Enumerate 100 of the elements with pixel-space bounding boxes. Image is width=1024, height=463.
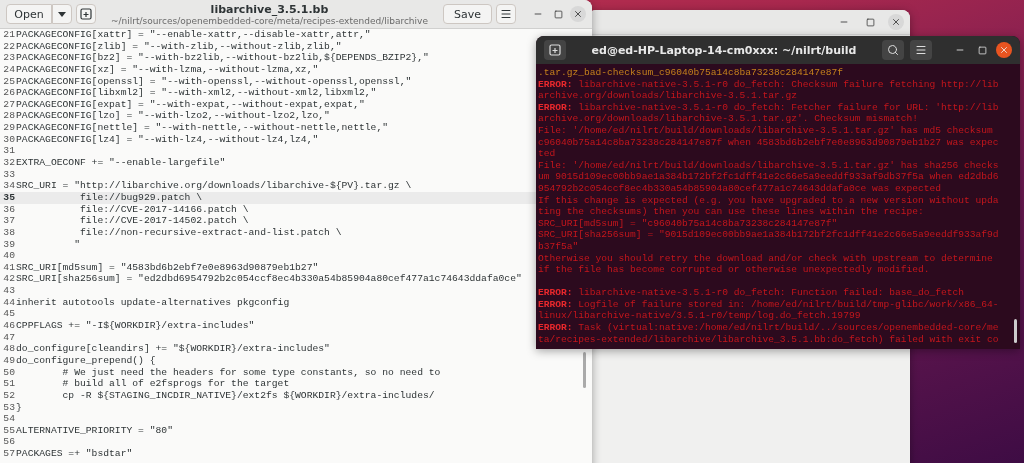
code-line: file://CVE-2017-14166.patch \ (78, 203, 249, 216)
code-line: PACKAGECONFIG[expat] = "--with-expat,--without-expat,expat," (16, 98, 365, 111)
terminal-line: if the file has become corrupted or otherwise unexpectedly modified. (538, 264, 931, 276)
scrollbar[interactable] (583, 352, 586, 388)
code-line: PACKAGECONFIG[bz2] = "--with-bz2lib,--without-bz2lib,${DEPENDS_BZIP2}," (16, 52, 429, 64)
terminal-line: ted (538, 148, 557, 160)
terminal-line: 954792b2c054ccf8ec4b330a54b85904a80cef477a1c74643ddafa0ce was expected (538, 182, 942, 195)
code-line: ALTERNATIVE_PRIORITY = "80" (16, 424, 173, 437)
close-button[interactable] (888, 14, 904, 30)
terminal-line: linux/libarchive-native/3.5.1-r0/temp/log.do_fetch.19799 (538, 310, 862, 323)
line-number: 51 (2, 378, 15, 390)
line-number: 31 (2, 145, 15, 158)
maximize-icon (977, 45, 987, 55)
terminal-line: ERROR: libarchive-native-3.5.1-r0 do_fetch: Function failed: base_do_fetch (538, 287, 966, 299)
line-number: 34 (2, 180, 15, 192)
scrollbar[interactable] (1014, 319, 1017, 343)
new-tab-icon (549, 44, 561, 56)
terminal-line: ta/recipes-extended/libarchive/libarchive_3.5.1.bb:do_fetch) failed with exit co (538, 333, 1000, 346)
code-line: CPPFLAGS += "-I${WORKDIR}/extra-includes" (16, 320, 255, 332)
line-number: 49 (2, 354, 15, 367)
terminal-line: um 9015d109ec00bb9ae1a384b172bf2fc1dff41e2c66e5a9eeddf933af9db37f5a when ed2dbd6 (538, 171, 1000, 183)
new-document-button[interactable] (76, 4, 96, 24)
line-number: 46 (2, 320, 15, 332)
code-line: file://bug929.patch \ (78, 191, 203, 204)
line-number: 57 (2, 448, 15, 460)
line-number: 30 (2, 133, 15, 146)
line-number: 40 (2, 250, 15, 262)
terminal-line: Otherwise you should retry the download and/or check with upstream to determine (538, 252, 994, 265)
window-title: libarchive_3.5.1.bb (210, 2, 329, 16)
code-line: } (16, 401, 22, 414)
menu-button[interactable] (496, 4, 516, 24)
terminal-line: archive.org/downloads/libarchive-3.5.1.tar.gz (538, 90, 799, 102)
code-line: cp -R ${STAGING_INCDIR_NATIVE}/ext2fs ${WORKDIR}/extra-includes/ (61, 389, 435, 402)
line-number: 27 (2, 98, 15, 111)
close-icon (573, 9, 583, 19)
terminal-title: ed@ed-HP-Laptop-14-cm0xxx: ~/nilrt/build (590, 43, 858, 57)
code-line: PACKAGECONFIG[lzo] = "--with-lzo2,--without-lzo2,lzo," (16, 110, 330, 123)
save-button[interactable]: Save (443, 4, 492, 24)
line-number: 54 (2, 413, 15, 425)
terminal-line: File: '/home/ed/nilrt/build/downloads/libarchive-3.5.1.tar.gz' has sha256 checks (538, 159, 1000, 172)
terminal-line: SRC_URI[sha256sum] = "9015d109ec00bb9ae1a384b172bf2fc1dff41e2c66e5a9eeddf933af9d (538, 229, 1000, 241)
code-line: inherit autotools update-alternatives pkgconfig (16, 296, 290, 309)
code-line: SRC_URI[sha256sum] = "ed2dbd6954792b2c054ccf8ec4b330a54b85904a80cef477a1c74643ddafa0ce" (16, 273, 522, 286)
line-number: 23 (2, 52, 15, 64)
line-number: 44 (2, 296, 15, 309)
line-number: 21 (2, 29, 15, 41)
line-number: 29 (2, 122, 15, 134)
line-number: 25 (2, 75, 15, 88)
code-line: SRC_URI[md5sum] = "4583bd6b2ebf7e0e8963d90879eb1b27" (16, 261, 319, 274)
menu-icon (915, 44, 927, 56)
close-button[interactable] (570, 6, 586, 22)
line-number: 55 (2, 424, 15, 437)
terminal-line: If this change is expected (e.g. you have upgraded to a new version without upda (538, 194, 1000, 207)
file-path: ~/nilrt/sources/openembedded-core/meta/recipes-extended/libarchive (111, 15, 428, 26)
code-line: PACKAGECONFIG[lz4] = "--with-lz4,--without-lz4,lz4," (16, 133, 319, 146)
code-line: do_configure_prepend() { (16, 354, 156, 367)
line-number: 33 (2, 168, 15, 181)
line-number: 38 (2, 226, 15, 239)
line-number: 32 (2, 157, 15, 169)
terminal-line: archive.org/downloads/libarchive-3.5.1.tar.gz'. Checksum mismatch! (538, 113, 919, 125)
line-number: 36 (2, 203, 15, 216)
close-button[interactable] (996, 42, 1012, 58)
code-line: do_configure[cleandirs] += "${WORKDIR}/extra-includes" (16, 343, 330, 355)
terminal-line: SRC_URI[md5sum] = "c96040b75a14c8ba73238c284147e87f" (538, 217, 839, 230)
code-line: SRC_URI = "http://libarchive.org/downloads/libarchive-${PV}.tar.gz \ (16, 180, 412, 192)
new-tab-icon (80, 8, 92, 20)
line-number: 50 (2, 366, 15, 379)
code-line: PACKAGECONFIG[libxml2] = "--with-xml2,--without-xml2,libxml2," (16, 87, 377, 99)
maximize-icon (865, 17, 875, 27)
code-line: " (73, 238, 80, 251)
line-number: 56 (2, 436, 15, 449)
line-number: 42 (2, 273, 15, 286)
line-number: 28 (2, 110, 15, 123)
line-number: 53 (2, 401, 15, 414)
search-button[interactable] (882, 40, 904, 60)
line-number: 41 (2, 261, 15, 274)
code-line: PACKAGECONFIG[zlib] = "--with-zlib,--without-zlib,zlib," (16, 40, 342, 53)
terminal-line: ting the checksums) then you can use these lines within the recipe: (538, 206, 925, 218)
code-line: # We just need the headers for some type constants, so no need to (61, 366, 441, 379)
caret-icon (58, 11, 66, 17)
terminal-line: ERROR: Logfile of failure stored in: /home/ed/nilrt/build/tmp-glibc/work/x86_64- (538, 298, 1000, 311)
menu-icon (500, 8, 512, 20)
terminal-line: .tar.gz_bad-checksum_c96040b75a14c8ba73238c284147e87f (538, 67, 845, 79)
line-number: 24 (2, 63, 15, 76)
code-line: EXTRA_OECONF += "--enable-largefile" (16, 157, 226, 169)
close-icon (999, 45, 1009, 55)
open-menu-button[interactable] (52, 4, 72, 24)
line-number: 37 (2, 215, 15, 227)
code-line: file://CVE-2017-14502.patch \ (78, 215, 249, 227)
search-icon (887, 44, 899, 56)
code-line: # build all of e2fsprogs for the target (61, 378, 290, 390)
line-number: 22 (2, 40, 15, 53)
code-line: PACKAGECONFIG[openssl] = "--with-openssl,--without-openssl,openssl," (16, 75, 412, 88)
close-icon (891, 17, 901, 27)
new-tab-button[interactable] (544, 40, 566, 60)
line-number: 39 (2, 238, 15, 251)
menu-button[interactable] (910, 40, 932, 60)
terminal-line: c96040b75a14c8ba73238c284147e87f when 4583bd6b2ebf7e0e8963d90879eb1b27 was expec (538, 136, 1000, 149)
open-button[interactable]: Open (6, 4, 52, 24)
code-line: PACKAGECONFIG[xz] = "--with-lzma,--without-lzma,xz," (16, 63, 319, 76)
